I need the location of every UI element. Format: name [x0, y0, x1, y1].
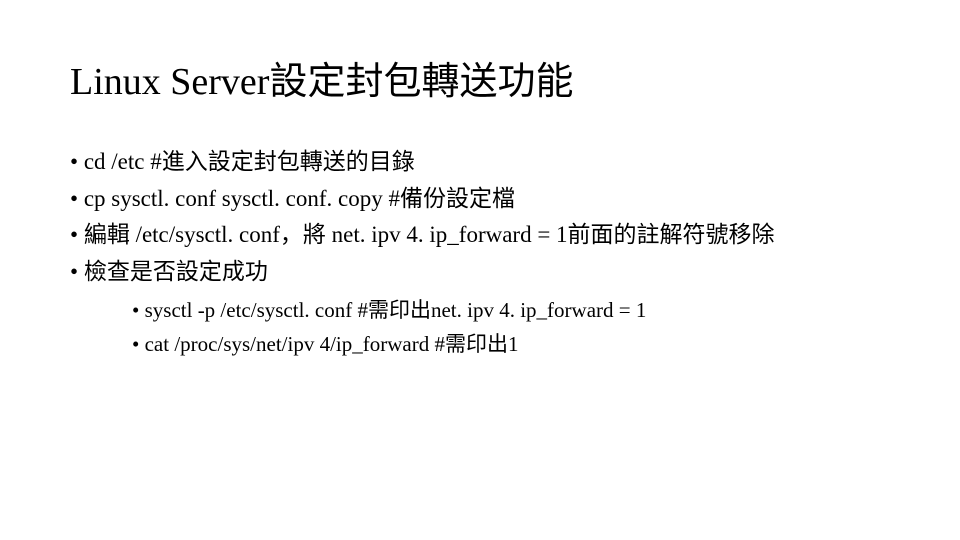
list-item: 編輯 /etc/sysctl. conf，將 net. ipv 4. ip_fo… [70, 218, 890, 253]
list-item: 檢查是否設定成功 sysctl -p /etc/sysctl. conf #需印… [70, 255, 890, 361]
slide-title: Linux Server設定封包轉送功能 [70, 50, 890, 105]
sub-bullet-list: sysctl -p /etc/sysctl. conf #需印出net. ipv… [92, 295, 890, 360]
list-item: cd /etc #進入設定封包轉送的目錄 [70, 145, 890, 180]
main-bullet-list: cd /etc #進入設定封包轉送的目錄 cp sysctl. conf sys… [70, 145, 890, 360]
list-item: cat /proc/sys/net/ipv 4/ip_forward #需印出1 [132, 329, 890, 361]
list-item-text: 檢查是否設定成功 [84, 259, 268, 284]
list-item: cp sysctl. conf sysctl. conf. copy #備份設定… [70, 182, 890, 217]
list-item: sysctl -p /etc/sysctl. conf #需印出net. ipv… [132, 295, 890, 327]
